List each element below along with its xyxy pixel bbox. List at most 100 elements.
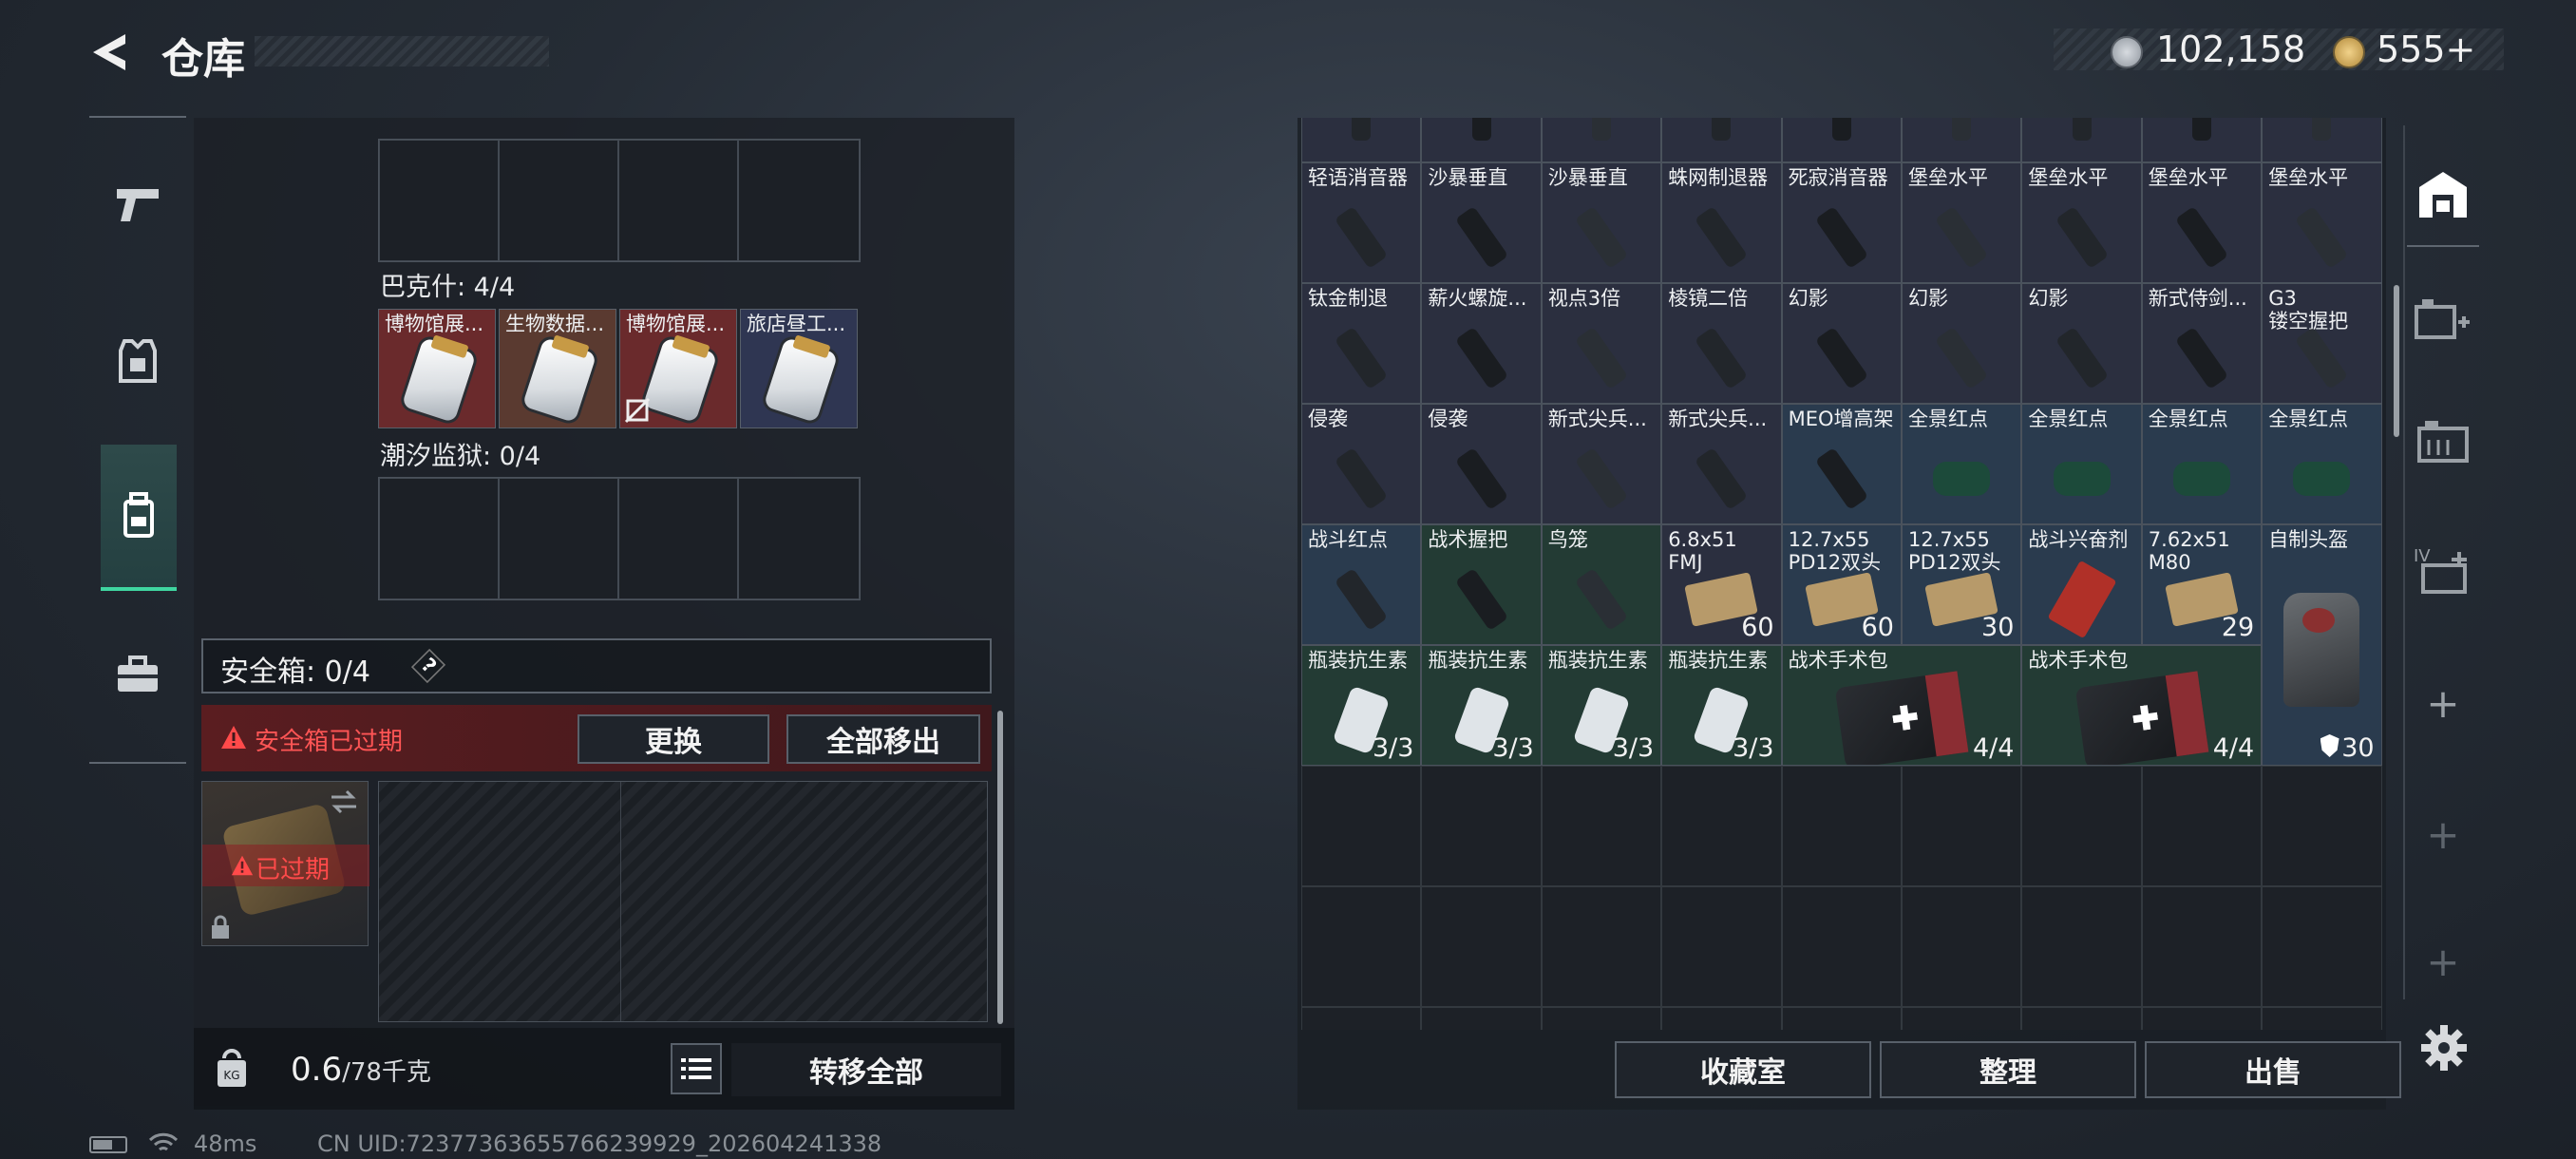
item-card[interactable]: 博物馆展... — [378, 309, 496, 428]
add-storage-tab[interactable] — [2407, 276, 2479, 361]
empty-slot[interactable] — [1661, 766, 1782, 886]
stash-item[interactable]: 瓶装抗生素 3/3 — [1421, 645, 1542, 766]
tab-backpack-selected[interactable] — [101, 445, 177, 591]
stash-item[interactable]: 新式侍剑... — [2141, 283, 2263, 404]
sell-button[interactable]: 出售 — [2145, 1041, 2401, 1098]
stash-item[interactable]: 侵袭 — [1301, 404, 1422, 524]
empty-slot[interactable] — [1301, 886, 1422, 1007]
add-tab-1[interactable]: + — [2407, 665, 2479, 741]
empty-slot[interactable] — [1902, 766, 2022, 886]
empty-slot[interactable] — [379, 140, 499, 261]
stash-item[interactable]: 7.62x51 M80 29 — [2141, 524, 2263, 645]
empty-slot[interactable] — [1902, 886, 2022, 1007]
stash-item[interactable]: 12.7x55 PD12双头 60 — [1781, 524, 1902, 645]
item-card[interactable]: 旅店昼工... — [740, 309, 858, 428]
stash-item[interactable]: 全景红点 — [2262, 404, 2382, 524]
stash-item[interactable]: 新式尖兵... — [1541, 404, 1662, 524]
stash-item[interactable]: 幻影 — [1902, 283, 2022, 404]
list-view-button[interactable] — [671, 1043, 722, 1094]
stash-item[interactable] — [1781, 118, 1902, 162]
storage-iv-tab[interactable]: IV — [2407, 527, 2479, 613]
stash-item[interactable]: 沙暴垂直 — [1541, 162, 1662, 283]
stash-item[interactable]: 视点3倍 — [1541, 283, 1662, 404]
stash-item[interactable]: 薪火螺旋... — [1421, 283, 1542, 404]
empty-slot[interactable] — [2262, 886, 2382, 1007]
empty-slot[interactable] — [618, 140, 738, 261]
stash-item[interactable] — [1661, 118, 1782, 162]
stash-item[interactable] — [2262, 118, 2382, 162]
add-tab-2[interactable]: + — [2407, 796, 2479, 872]
empty-slot[interactable] — [1301, 1007, 1422, 1030]
tab-toolbox[interactable] — [89, 627, 186, 722]
swap-icon[interactable] — [328, 788, 360, 816]
empty-slot[interactable] — [2021, 886, 2142, 1007]
stash-item[interactable] — [1902, 118, 2022, 162]
empty-slot[interactable] — [2262, 766, 2382, 886]
empty-slot[interactable] — [1781, 766, 1902, 886]
safebox-item[interactable]: 已过期 — [201, 781, 369, 946]
stash-item[interactable] — [2141, 118, 2263, 162]
empty-slot[interactable] — [1541, 886, 1662, 1007]
add-tab-3[interactable]: + — [2407, 923, 2479, 999]
stash-item[interactable]: 幻影 — [2021, 283, 2142, 404]
stash-item[interactable] — [1301, 118, 1422, 162]
stash-item[interactable]: 钛金制退 — [1301, 283, 1422, 404]
empty-slot[interactable] — [499, 140, 618, 261]
stash-item[interactable]: 侵袭 — [1421, 404, 1542, 524]
stash-item[interactable]: 全景红点 — [2021, 404, 2142, 524]
organize-button[interactable]: 整理 — [1880, 1041, 2136, 1098]
item-card[interactable]: 博物馆展... — [619, 309, 737, 428]
empty-slot[interactable] — [2021, 1007, 2142, 1030]
stash-item[interactable]: 堡垒水平 — [2262, 162, 2382, 283]
stash-item[interactable]: MEO增高架 — [1781, 404, 1902, 524]
empty-slot[interactable] — [2262, 1007, 2382, 1030]
stash-tab[interactable] — [2407, 142, 2479, 247]
empty-slot[interactable] — [2141, 766, 2263, 886]
left-scrollbar[interactable] — [997, 711, 1003, 1024]
empty-slot[interactable] — [1541, 1007, 1662, 1030]
empty-slot[interactable] — [1421, 766, 1542, 886]
back-button[interactable] — [87, 28, 135, 76]
transfer-all-button[interactable]: 转移全部 — [731, 1043, 1001, 1096]
empty-slot[interactable] — [1421, 886, 1542, 1007]
empty-slot[interactable] — [1421, 1007, 1542, 1030]
stash-item[interactable]: 6.8x51 FMJ 60 — [1661, 524, 1782, 645]
stash-item[interactable]: G3 镂空握把 — [2262, 283, 2382, 404]
stash-item[interactable] — [1541, 118, 1662, 162]
stash-item[interactable]: 幻影 — [1781, 283, 1902, 404]
stash-item[interactable]: 轻语消音器 — [1301, 162, 1422, 283]
stash-item[interactable]: 全景红点 — [2141, 404, 2263, 524]
empty-slot[interactable] — [1661, 1007, 1782, 1030]
empty-slot[interactable] — [499, 478, 618, 599]
stash-item[interactable]: 死寂消音器 — [1781, 162, 1902, 283]
item-card[interactable]: 生物数据... — [499, 309, 616, 428]
stash-item[interactable]: 战术手术包 4/4 — [1781, 645, 2022, 766]
empty-slot[interactable] — [1781, 886, 1902, 1007]
empty-slot[interactable] — [618, 478, 738, 599]
empty-slot[interactable] — [1902, 1007, 2022, 1030]
collection-room-button[interactable]: 收藏室 — [1615, 1041, 1871, 1098]
help-icon[interactable]: ? — [410, 648, 446, 684]
stash-item[interactable]: 瓶装抗生素 3/3 — [1541, 645, 1662, 766]
empty-slot[interactable] — [738, 140, 860, 261]
stash-item[interactable]: 沙暴垂直 — [1421, 162, 1542, 283]
stash-item[interactable]: 鸟笼 — [1541, 524, 1662, 645]
empty-slot[interactable] — [1301, 766, 1422, 886]
stash-item[interactable]: 堡垒水平 — [1902, 162, 2022, 283]
stash-item[interactable]: 12.7x55 PD12双头 30 — [1902, 524, 2022, 645]
stash-item[interactable]: 战斗红点 — [1301, 524, 1422, 645]
empty-slot[interactable] — [1541, 766, 1662, 886]
stash-item[interactable]: 堡垒水平 — [2021, 162, 2142, 283]
storage-box-tab[interactable] — [2407, 399, 2479, 484]
empty-slot[interactable] — [2141, 1007, 2263, 1030]
stash-item[interactable]: 蛛网制退器 — [1661, 162, 1782, 283]
stash-item[interactable]: 新式尖兵... — [1661, 404, 1782, 524]
settings-button[interactable] — [2413, 1016, 2475, 1079]
tab-weapons[interactable] — [89, 157, 186, 252]
empty-slot[interactable] — [1661, 886, 1782, 1007]
stash-item[interactable] — [1421, 118, 1542, 162]
stash-item[interactable]: 瓶装抗生素 3/3 — [1301, 645, 1422, 766]
stash-item[interactable]: 自制头盔 30 — [2262, 524, 2382, 766]
stash-item[interactable]: 棱镜二倍 — [1661, 283, 1782, 404]
empty-slot[interactable] — [2021, 766, 2142, 886]
